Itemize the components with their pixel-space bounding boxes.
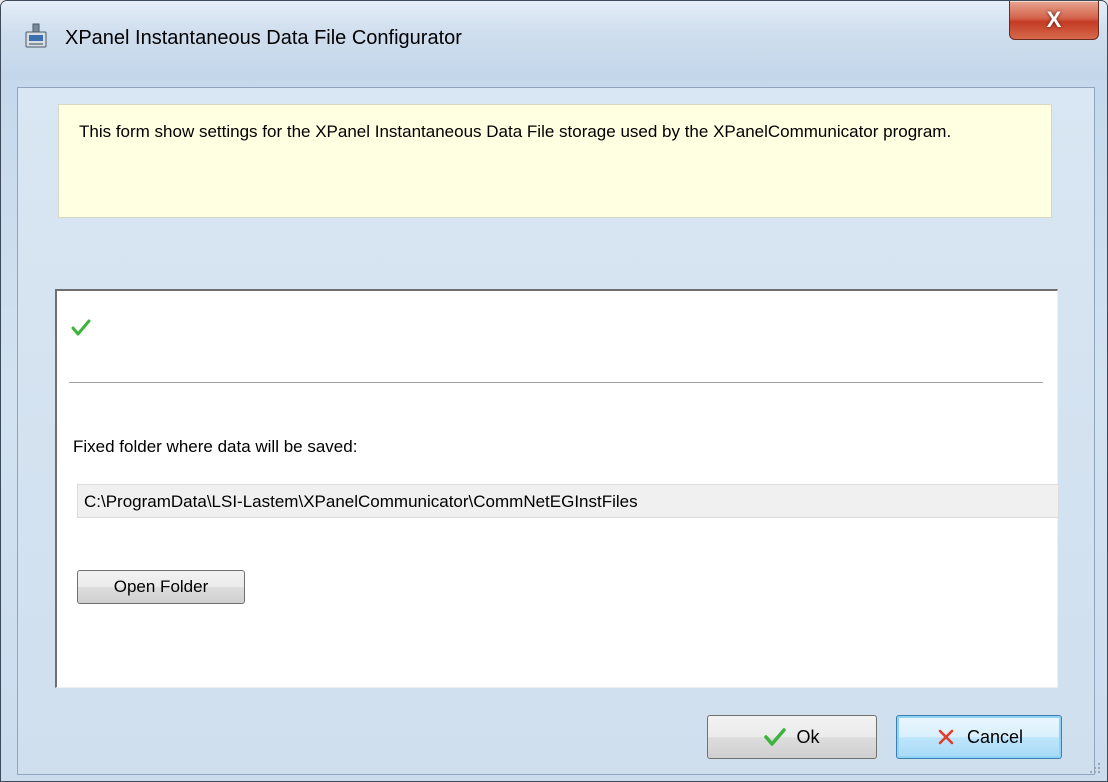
ok-label: Ok [796,726,820,747]
cancel-label: Cancel [966,726,1024,747]
folder-label: Fixed folder where data will be saved: [73,437,358,456]
folder-path-field[interactable]: C:\ProgramData\LSI-Lastem\XPanelCommunic… [77,484,1059,518]
ok-button[interactable]: Ok [707,715,877,759]
close-icon: X [1046,7,1062,32]
window-title: XPanel Instantaneous Data File Configura… [65,27,462,49]
separator [69,382,1043,384]
checkmark-icon [764,728,787,746]
checkmark-icon [71,319,91,336]
info-banner: This form show settings for the XPanel I… [58,104,1052,218]
info-text: This form show settings for the XPanel I… [79,122,952,141]
cancel-button[interactable]: Cancel [896,715,1062,759]
dialog-body: This form show settings for the XPanel I… [17,87,1095,775]
app-icon [25,23,47,48]
dialog-window: XPanel Instantaneous Data File Configura… [0,0,1108,782]
title-bar[interactable]: XPanel Instantaneous Data File Configura… [1,1,1107,79]
resize-grip-icon[interactable] [1086,759,1102,775]
open-folder-button[interactable]: Open Folder [77,570,245,604]
settings-panel: Fixed folder where data will be saved: C… [55,289,1059,688]
close-button[interactable]: X [1009,1,1099,40]
cancel-x-icon [938,729,954,745]
